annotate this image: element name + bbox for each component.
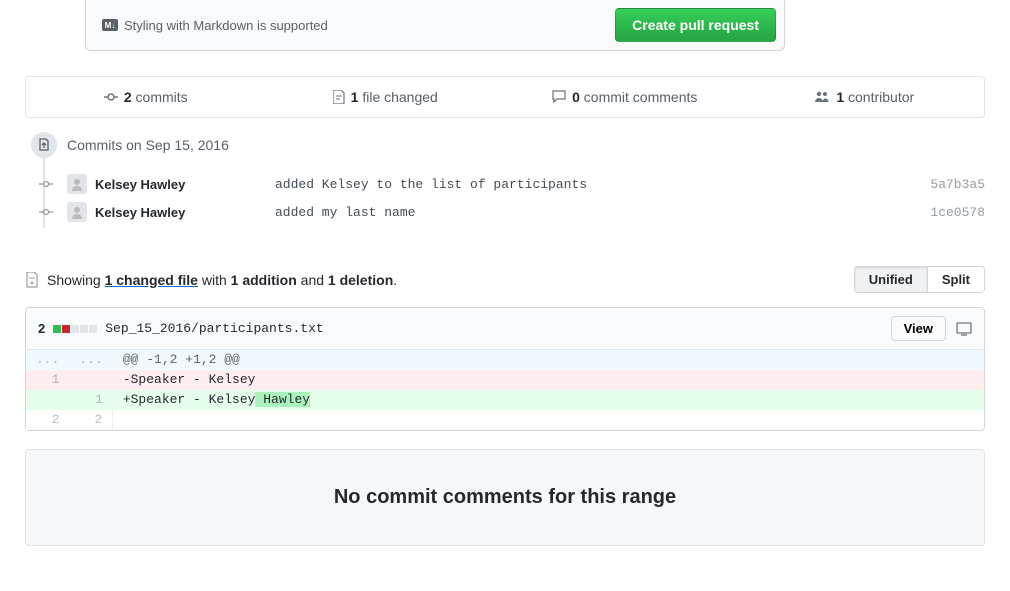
file-change-count: 2 <box>38 321 45 336</box>
comments-count: 0 <box>572 89 580 105</box>
summary-mid: with <box>198 272 231 288</box>
commits-date-text: Commits on Sep 15, 2016 <box>67 137 229 153</box>
avatar[interactable] <box>67 202 87 222</box>
diff-summary-bar: Showing 1 changed file with 1 addition a… <box>25 266 985 293</box>
comment-icon <box>552 90 566 104</box>
code-line: +Speaker - Kelsey Hawley <box>113 390 984 410</box>
fullscreen-icon[interactable] <box>956 322 972 336</box>
split-view-button[interactable]: Split <box>927 267 984 292</box>
commit-author[interactable]: Kelsey Hawley <box>95 177 275 192</box>
commit-row: Kelsey Hawley added Kelsey to the list o… <box>25 170 985 198</box>
files-label: file changed <box>358 89 437 105</box>
summary-prefix: Showing <box>47 272 105 288</box>
commit-message[interactable]: added my last name <box>275 205 930 220</box>
deletions-count: 1 deletion <box>328 272 393 288</box>
repo-push-icon <box>31 132 57 158</box>
line-number <box>26 390 69 410</box>
avatar[interactable] <box>67 174 87 194</box>
changed-file-link[interactable]: 1 changed file <box>105 272 198 288</box>
commit-icon <box>104 90 118 104</box>
diffstat <box>53 325 97 333</box>
line-number: 2 <box>69 410 112 430</box>
commit-sha[interactable]: 5a7b3a5 <box>930 177 985 192</box>
line-number: ... <box>69 350 112 370</box>
line-number <box>69 370 112 390</box>
tab-comments[interactable]: 0 commit comments <box>505 77 745 117</box>
added-text: Hawley <box>255 392 310 407</box>
filename[interactable]: Sep_15_2016/participants.txt <box>105 321 323 336</box>
file-diff: 2 Sep_15_2016/participants.txt View ... … <box>25 307 985 431</box>
commits-count: 2 <box>124 89 132 105</box>
commit-dot-icon <box>39 177 53 191</box>
contrib-label: contributor <box>844 89 914 105</box>
line-number: 2 <box>26 410 69 430</box>
markdown-note: M↓ Styling with Markdown is supported <box>102 18 328 33</box>
diff-line-deletion: 1 -Speaker - Kelsey <box>26 370 984 390</box>
view-file-button[interactable]: View <box>891 316 946 341</box>
no-comments-message: No commit comments for this range <box>25 449 985 546</box>
diff-summary-text: Showing 1 changed file with 1 addition a… <box>47 272 397 288</box>
compare-tabs: 2 commits 1 file changed 0 commit commen… <box>25 76 985 118</box>
diff-view-toggle: Unified Split <box>854 266 985 293</box>
commit-row: Kelsey Hawley added my last name 1ce0578 <box>25 198 985 226</box>
additions-count: 1 addition <box>231 272 297 288</box>
code-line: -Speaker - Kelsey <box>113 370 984 390</box>
hunk-header: ... ... @@ -1,2 +1,2 @@ <box>26 350 984 370</box>
commits-label: commits <box>132 89 188 105</box>
comment-form-footer: M↓ Styling with Markdown is supported Cr… <box>85 0 785 51</box>
summary-suffix: . <box>393 272 397 288</box>
markdown-icon: M↓ <box>102 19 118 31</box>
commit-author[interactable]: Kelsey Hawley <box>95 205 275 220</box>
diff-line-context: 2 2 <box>26 410 984 430</box>
file-diff-icon <box>25 272 39 288</box>
line-number: ... <box>26 350 69 370</box>
tab-files[interactable]: 1 file changed <box>266 77 506 117</box>
code-line <box>113 410 984 430</box>
commit-message[interactable]: added Kelsey to the list of participants <box>275 177 930 192</box>
commit-sha[interactable]: 1ce0578 <box>930 205 985 220</box>
create-pull-request-button[interactable]: Create pull request <box>615 8 776 42</box>
contrib-count: 1 <box>836 89 844 105</box>
diff-table: ... ... @@ -1,2 +1,2 @@ 1 -Speaker - Kel… <box>26 350 984 430</box>
tab-contributors[interactable]: 1 contributor <box>745 77 985 117</box>
diff-line-addition: 1 +Speaker - Kelsey Hawley <box>26 390 984 410</box>
file-header: 2 Sep_15_2016/participants.txt View <box>26 308 984 350</box>
commits-date-header: Commits on Sep 15, 2016 <box>25 132 985 158</box>
file-icon <box>333 90 345 104</box>
people-icon <box>814 90 830 104</box>
hunk-text: @@ -1,2 +1,2 @@ <box>113 350 984 370</box>
line-number: 1 <box>69 390 112 410</box>
markdown-text: Styling with Markdown is supported <box>124 18 328 33</box>
summary-mid2: and <box>297 272 328 288</box>
tab-commits[interactable]: 2 commits <box>26 77 266 117</box>
line-number: 1 <box>26 370 69 390</box>
unified-view-button[interactable]: Unified <box>855 267 927 292</box>
commit-dot-icon <box>39 205 53 219</box>
comments-label: commit comments <box>580 89 697 105</box>
